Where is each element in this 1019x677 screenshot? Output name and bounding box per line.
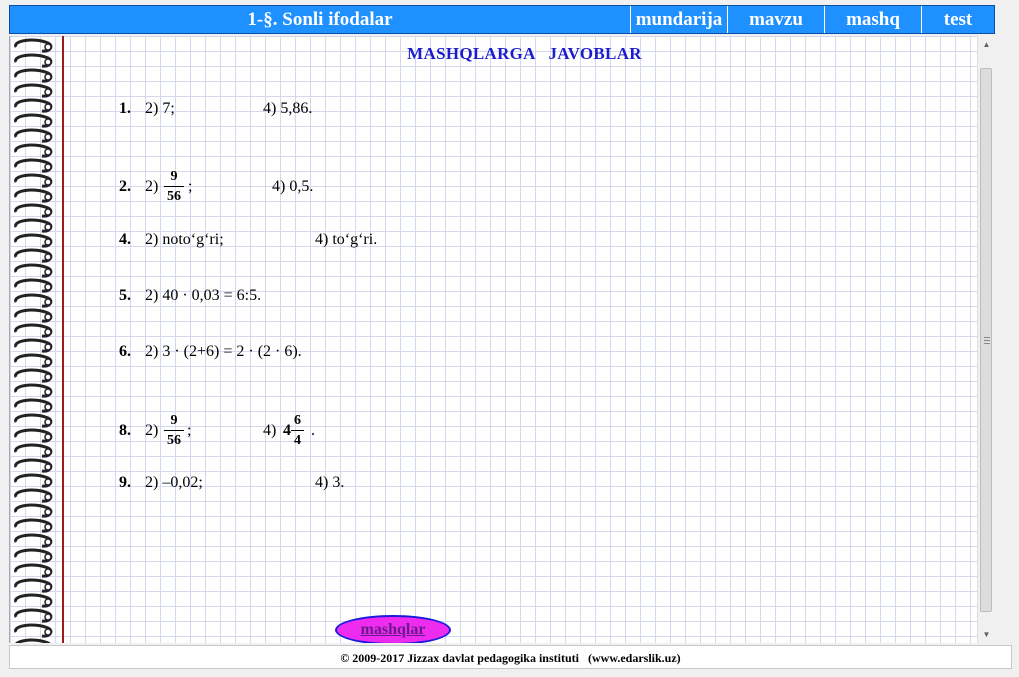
answer-2-fraction: 9 56 [164,169,184,204]
page-title: 1-§. Sonli ifodalar [10,6,631,33]
answer-6-number: 6. [119,343,131,360]
spiral-hole [44,253,52,261]
answer-4-part-4: 4) to‘g‘ri. [315,231,378,248]
fraction-denominator: 56 [167,189,181,204]
answers-title: MASHQLARGA JAVOBLAR [407,44,642,63]
spiral-hole [44,163,52,171]
spiral-hole [44,178,52,186]
spiral-hole [44,463,52,471]
spiral-hole [44,238,52,246]
spiral-hole [44,268,52,276]
spiral-hole [44,223,52,231]
answer-9-part-4: 4) 3. [315,474,345,491]
answer-5-number: 5. [119,287,131,304]
footer-copyright: © 2009-2017 Jizzax davlat pedagogika ins… [9,645,1012,669]
spiral-hole [44,358,52,366]
nav-mundarija-button[interactable]: mundarija [631,6,728,33]
answer-9-number: 9. [119,474,131,491]
spiral-hole [44,328,52,336]
nav-mashq-button[interactable]: mashq [825,6,922,33]
fraction-denominator: 56 [167,433,181,448]
answer-2-number: 2. [119,178,131,195]
fraction-denominator: 4 [294,433,301,448]
spiral-hole [44,523,52,531]
spiral-hole [44,118,52,126]
answer-4-number: 4. [119,231,131,248]
spiral-hole [44,133,52,141]
answer-8-mixed-whole: 4 [283,422,291,439]
nav-test-button[interactable]: test [922,6,994,33]
app-window: 1-§. Sonli ifodalar mundarija mavzu mash… [0,0,1019,677]
answer-2-part-2-label: 2) [145,178,159,195]
answer-8-number: 8. [119,422,131,439]
spiral-hole [44,613,52,621]
fraction-bar [164,430,184,431]
spiral-hole [44,418,52,426]
fraction-bar [291,430,304,431]
spiral-hole [44,73,52,81]
grip-icon [984,337,990,346]
answer-1-number: 1. [119,100,131,117]
spiral-hole [44,88,52,96]
spiral-hole [44,433,52,441]
scroll-thumb[interactable] [980,68,992,612]
answer-2-part-4: 4) 0,5. [272,178,314,195]
answer-8-mixed-fraction: 6 4 [291,413,304,448]
spiral-ring [15,638,51,643]
answer-8-suffix: ; [187,422,192,439]
answer-1-part-2: 2) 7; [145,100,175,117]
answer-8-fraction: 9 56 [164,413,184,448]
answer-6-part-2: 2) 3 · (2+6) = 2 · (2 · 6). [145,343,302,360]
header-bar: 1-§. Sonli ifodalar mundarija mavzu mash… [9,5,995,34]
spiral-hole [44,538,52,546]
notebook-page: MASHQLARGA JAVOBLAR 1. 2) 7; 4) 5,86. 2.… [9,36,977,643]
answer-1-part-4: 4) 5,86. [263,100,313,117]
answer-2-suffix: ; [188,178,193,195]
spiral-hole [44,208,52,216]
spiral-hole [44,448,52,456]
vertical-scrollbar[interactable]: ▲ ▼ [977,36,995,643]
spiral-hole [44,553,52,561]
scroll-down-icon[interactable]: ▼ [978,626,995,643]
spiral-hole [44,193,52,201]
answer-5-part-2: 2) 40 · 0,03 = 6:5. [145,287,262,304]
spiral-binding-icon [14,38,53,643]
spiral-hole [44,568,52,576]
spiral-hole [44,343,52,351]
spiral-hole [44,628,52,636]
nav-mavzu-button[interactable]: mavzu [728,6,825,33]
spiral-hole [44,388,52,396]
spiral-hole [44,508,52,516]
spiral-hole [44,103,52,111]
margin-line [62,36,64,643]
scroll-up-icon[interactable]: ▲ [978,36,995,53]
spiral-hole [44,373,52,381]
answer-8-part-2-label: 2) [145,422,159,439]
mashqlar-button[interactable]: mashqlar [335,615,451,643]
answer-8-end: . [311,422,315,439]
answer-9-part-2: 2) –0,02; [145,474,203,491]
spiral-hole [44,403,52,411]
spiral-hole [44,298,52,306]
answer-4-part-2: 2) noto‘g‘ri; [145,231,224,248]
fraction-numerator: 9 [170,413,178,428]
fraction-bar [164,186,184,187]
spiral-hole [44,493,52,501]
spiral-hole [44,313,52,321]
fraction-numerator: 9 [170,169,178,184]
spiral-hole [44,478,52,486]
fraction-numerator: 6 [294,413,301,428]
spiral-hole [44,583,52,591]
answer-8-part-4-label: 4) [263,422,277,439]
spiral-hole [44,148,52,156]
spiral-hole [44,283,52,291]
spiral-hole [44,598,52,606]
